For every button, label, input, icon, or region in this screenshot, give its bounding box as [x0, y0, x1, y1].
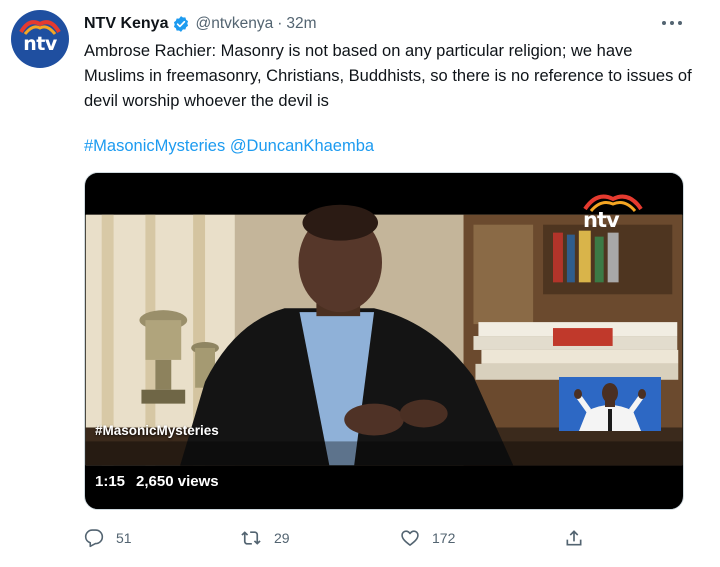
- sign-language-interpreter-icon: [559, 377, 661, 431]
- reply-count: 51: [116, 530, 132, 546]
- more-options-icon[interactable]: [660, 13, 684, 33]
- author-display-name[interactable]: NTV Kenya: [84, 15, 168, 33]
- video-player[interactable]: ntv #MasonicMysteries 1:15 2,650 views: [84, 172, 684, 510]
- avatar[interactable]: ntv: [11, 10, 69, 68]
- author-handle[interactable]: @ntvkenya: [195, 15, 273, 33]
- mention-link[interactable]: @DuncanKhaemba: [230, 137, 374, 155]
- video-duration: 1:15: [95, 473, 126, 490]
- like-button[interactable]: 172: [400, 527, 455, 549]
- reply-icon: [84, 529, 104, 548]
- tweet-timestamp[interactable]: 32m: [286, 15, 316, 33]
- tweet-text: Ambrose Rachier: Masonry is not based on…: [84, 42, 692, 110]
- avatar-logo-text: ntv: [23, 33, 57, 55]
- tweet-actions: 51 29 172: [84, 527, 684, 549]
- verified-badge-icon: [172, 15, 190, 33]
- ntv-watermark-text: ntv: [583, 208, 620, 232]
- tweet-links: #MasonicMysteries @DuncanKhaemba: [84, 134, 374, 159]
- share-icon: [566, 530, 582, 546]
- reply-button[interactable]: 51: [84, 527, 132, 549]
- ntv-watermark: ntv: [579, 189, 649, 233]
- header-separator: ·: [277, 15, 283, 32]
- tweet[interactable]: ntv NTV Kenya @ntvkenya · 32m Ambrose Ra…: [0, 0, 720, 567]
- retweet-count: 29: [274, 530, 290, 546]
- video-hashtag-overlay: #MasonicMysteries: [95, 423, 219, 438]
- like-count: 172: [432, 530, 456, 546]
- retweet-button[interactable]: 29: [240, 527, 290, 549]
- like-icon: [401, 530, 419, 546]
- video-stats: 1:15 2,650 views: [95, 473, 219, 490]
- retweet-icon: [241, 531, 261, 545]
- share-button[interactable]: [564, 527, 584, 549]
- tweet-header: NTV Kenya @ntvkenya · 32m: [84, 13, 317, 35]
- video-views: 2,650 views: [136, 473, 219, 490]
- hashtag-link[interactable]: #MasonicMysteries: [84, 137, 225, 155]
